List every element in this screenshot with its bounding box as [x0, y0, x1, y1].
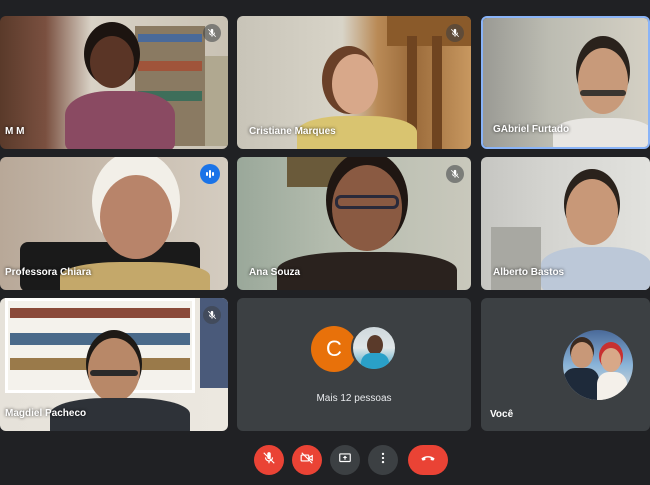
participant-name: Professora Chiara [5, 267, 92, 278]
present-screen-button[interactable] [330, 445, 360, 475]
hang-up-icon [420, 450, 436, 471]
more-participants-label: Mais 12 pessoas [316, 393, 392, 404]
participant-name: Cristiane Marques [249, 126, 336, 137]
more-options-button[interactable] [368, 445, 398, 475]
self-tile[interactable]: Você [481, 298, 650, 431]
participant-name: Ana Souza [249, 267, 301, 278]
participant-figure [100, 175, 172, 259]
participant-tile-magdiel-pacheco[interactable]: Magdiel Pacheco [0, 298, 228, 431]
camera-toggle-button[interactable] [292, 445, 322, 475]
call-controls [0, 445, 650, 475]
mic-toggle-button[interactable] [254, 445, 284, 475]
participant-figure [578, 48, 628, 114]
mic-off-icon [203, 24, 221, 42]
participant-figure [90, 36, 134, 88]
participant-figure [332, 54, 378, 114]
speaking-indicator-icon [200, 164, 220, 184]
present-screen-icon [338, 451, 352, 470]
self-avatar-photo [563, 330, 633, 400]
mic-off-icon [262, 451, 276, 470]
camera-off-icon [300, 451, 314, 470]
hang-up-button[interactable] [408, 445, 448, 475]
participant-tile-gabriel-furtado[interactable]: GAbriel Furtado [481, 16, 650, 149]
participant-tile-alberto-bastos[interactable]: Alberto Bastos [481, 157, 650, 290]
participant-name: Alberto Bastos [493, 267, 565, 278]
participant-figure [566, 179, 618, 245]
mic-off-icon [446, 165, 464, 183]
participant-tile-m-m[interactable]: M M [0, 16, 228, 149]
participant-name: M M [5, 126, 25, 137]
participant-figure-body [65, 91, 175, 149]
participant-figure-body [277, 252, 457, 290]
self-name: Você [490, 409, 514, 420]
mic-off-icon [446, 24, 464, 42]
participant-tile-ana-souza[interactable]: Ana Souza [237, 157, 471, 290]
participant-name: Magdiel Pacheco [5, 408, 87, 419]
participant-tile-cristiane-marques[interactable]: Cristiane Marques [237, 16, 471, 149]
participant-name: GAbriel Furtado [493, 124, 570, 135]
participant-avatar-photo [351, 325, 397, 371]
participant-tile-professora-chiara[interactable]: Professora Chiara [0, 157, 228, 290]
more-participants-tile[interactable]: C Mais 12 pessoas [237, 298, 471, 431]
more-options-icon [376, 451, 390, 470]
mic-off-icon [203, 306, 221, 324]
